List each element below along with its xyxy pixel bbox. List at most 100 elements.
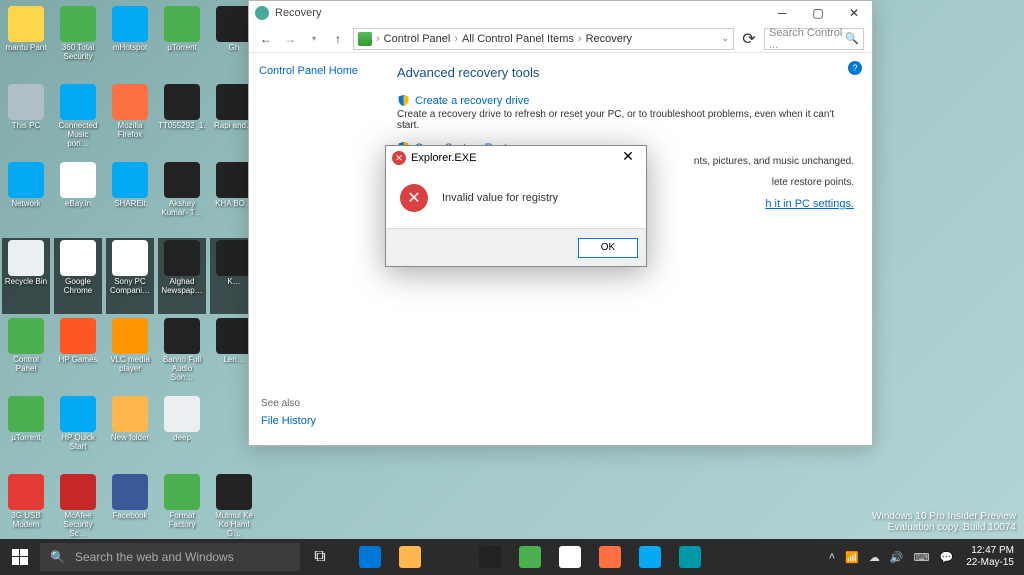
desktop-video7-icon[interactable]: Banno Full Audio Son… — [158, 316, 206, 392]
refresh-button[interactable]: ⟳ — [740, 29, 758, 49]
desktop-control-panel-icon[interactable]: Control Panel — [2, 316, 50, 392]
windows-icon — [12, 549, 28, 565]
action-center-icon[interactable]: 💬 — [936, 551, 956, 564]
desktop-hp-quick-icon[interactable]: HP Quick Start — [54, 394, 102, 470]
clock-time: 12:47 PM — [966, 545, 1014, 557]
icon-label: Mulmul Ke Ko Haml G… — [212, 512, 256, 538]
sony-pc-icon — [112, 240, 148, 276]
nav-recent-icon[interactable]: ▾ — [305, 30, 323, 48]
taskbar-blank-task-icon[interactable] — [430, 539, 470, 575]
lenovo-icon — [216, 318, 252, 354]
close-button[interactable]: ✕ — [836, 1, 872, 25]
desktop-facebook-icon[interactable]: Facebook — [106, 472, 154, 548]
desktop-this-pc-icon[interactable]: This PC — [2, 82, 50, 158]
file-history-link[interactable]: File History — [261, 415, 316, 427]
watermark-line2: Evaluation copy. Build 10074 — [872, 522, 1016, 533]
clock-date: 22-May-15 — [966, 557, 1014, 569]
icon-label: Banno Full Audio Son… — [160, 356, 204, 382]
navbar: ← → ▾ ↑ › Control Panel › All Control Pa… — [249, 25, 872, 53]
network-icon — [8, 162, 44, 198]
breadcrumb-recovery[interactable]: Recovery — [584, 33, 634, 45]
desktop-user-icon[interactable]: mantu Pant — [2, 4, 50, 80]
keyboard-icon[interactable]: ⌨ — [911, 551, 933, 564]
chrome-task-icon — [559, 546, 581, 568]
dialog-message: Invalid value for registry — [442, 192, 558, 204]
firefox-icon — [112, 84, 148, 120]
error-small-icon: ✕ — [392, 151, 406, 165]
music-icon — [60, 84, 96, 120]
nav-up-icon[interactable]: ↑ — [329, 30, 347, 48]
desktop-lava-icon[interactable]: 3G USB Modem — [2, 472, 50, 548]
desktop-music-icon[interactable]: Connected Music pon… — [54, 82, 102, 158]
wifi-icon — [112, 6, 148, 42]
desktop-vlc-icon[interactable]: VLC media player — [106, 316, 154, 392]
icon-label: K… — [227, 278, 240, 287]
left-pane: Control Panel Home See also File History — [249, 53, 379, 445]
icon-label: mantu Pant — [6, 44, 47, 53]
desktop-video1-icon[interactable]: TT055292_1… — [158, 82, 206, 158]
desktop-utorrent-icon[interactable]: µTorrent — [158, 4, 206, 80]
taskbar-app-task-icon[interactable] — [670, 539, 710, 575]
clock[interactable]: 12:47 PM 22-May-15 — [960, 545, 1020, 569]
desktop-mcafee-icon[interactable]: McAfee Security Sc… — [54, 472, 102, 548]
breadcrumb-cp[interactable]: Control Panel — [382, 33, 453, 45]
control-panel-task-icon — [519, 546, 541, 568]
video1-icon — [164, 84, 200, 120]
desktop-recycle-bin-icon[interactable]: Recycle Bin — [2, 238, 50, 314]
desktop-format-factory-icon[interactable]: Format Factory — [158, 472, 206, 548]
control-panel-home-link[interactable]: Control Panel Home — [259, 65, 369, 77]
taskbar-spotify-icon[interactable] — [470, 539, 510, 575]
volume-icon[interactable]: 🔊 — [887, 551, 907, 564]
taskbar-apps — [350, 539, 710, 575]
desktop-hp-games-icon[interactable]: HP Games — [54, 316, 102, 392]
pc-settings-link[interactable]: h it in PC settings. — [765, 198, 854, 210]
search-input[interactable]: Search Control ... 🔍 — [764, 28, 864, 50]
ok-button[interactable]: OK — [578, 238, 638, 258]
desktop-folder-icon[interactable]: New folder — [106, 394, 154, 470]
tray-expand-icon[interactable]: ˄ — [826, 551, 838, 563]
breadcrumb-all[interactable]: All Control Panel Items — [460, 33, 576, 45]
desktop-network-icon[interactable]: Network — [2, 160, 50, 236]
desktop-sony-pc-icon[interactable]: Sony PC Compani… — [106, 238, 154, 314]
maximize-button[interactable]: ▢ — [800, 1, 836, 25]
desktop-video3-icon[interactable]: Akshay Kumar- T… — [158, 160, 206, 236]
icon-label: 3G USB Modem — [4, 512, 48, 530]
desktop-wifi-icon[interactable]: mHotspot — [106, 4, 154, 80]
nav-back-icon[interactable]: ← — [257, 30, 275, 48]
desktop-security-360-icon[interactable]: 360 Total Security — [54, 4, 102, 80]
lava-icon — [8, 474, 44, 510]
desktop-utorrent2-icon[interactable]: µTorrent — [2, 394, 50, 470]
taskbar-chrome-task-icon[interactable] — [550, 539, 590, 575]
desktop-wordpad-icon[interactable]: deep — [158, 394, 206, 470]
facebook-icon — [112, 474, 148, 510]
chevron-down-icon[interactable]: ⌄ — [721, 33, 729, 44]
desktop-firefox-icon[interactable]: Mozilla Firefox — [106, 82, 154, 158]
watermark: Windows 10 Pro Insider Preview Evaluatio… — [872, 511, 1016, 533]
icon-label: TT055292_1… — [158, 122, 206, 131]
task-view-button[interactable]: ⧉ — [300, 539, 340, 575]
onedrive-icon[interactable]: ☁ — [866, 551, 883, 564]
taskbar-edge-icon[interactable] — [350, 539, 390, 575]
taskbar-control-panel-task-icon[interactable] — [510, 539, 550, 575]
desktop-shareit-icon[interactable]: SHAREit — [106, 160, 154, 236]
taskbar-music-task-icon[interactable] — [630, 539, 670, 575]
desktop-chrome-icon[interactable]: Google Chrome — [54, 238, 102, 314]
breadcrumb[interactable]: › Control Panel › All Control Panel Item… — [353, 28, 734, 50]
desktop-ebay-icon[interactable]: eBay.in — [54, 160, 102, 236]
minimize-button[interactable]: ─ — [764, 1, 800, 25]
hp-games-icon — [60, 318, 96, 354]
icon-label: HP Quick Start — [56, 434, 100, 452]
app-task-icon — [679, 546, 701, 568]
desktop-video8-icon[interactable]: Mulmul Ke Ko Haml G… — [210, 472, 258, 548]
dialog-close-button[interactable]: ✕ — [616, 148, 640, 168]
taskbar-firefox-task-icon[interactable] — [590, 539, 630, 575]
create-recovery-drive-link[interactable]: Create a recovery drive — [415, 95, 529, 107]
start-button[interactable] — [0, 539, 40, 575]
desktop-video5-icon[interactable]: Alghad Newspap… — [158, 238, 206, 314]
taskbar-search[interactable]: 🔍 Search the web and Windows — [40, 543, 300, 571]
wifi-tray-icon[interactable]: 📶 — [842, 551, 862, 564]
edge-icon — [359, 546, 381, 568]
search-placeholder: Search Control ... — [769, 27, 845, 51]
help-icon[interactable]: ? — [848, 61, 862, 75]
taskbar-file-explorer-icon[interactable] — [390, 539, 430, 575]
